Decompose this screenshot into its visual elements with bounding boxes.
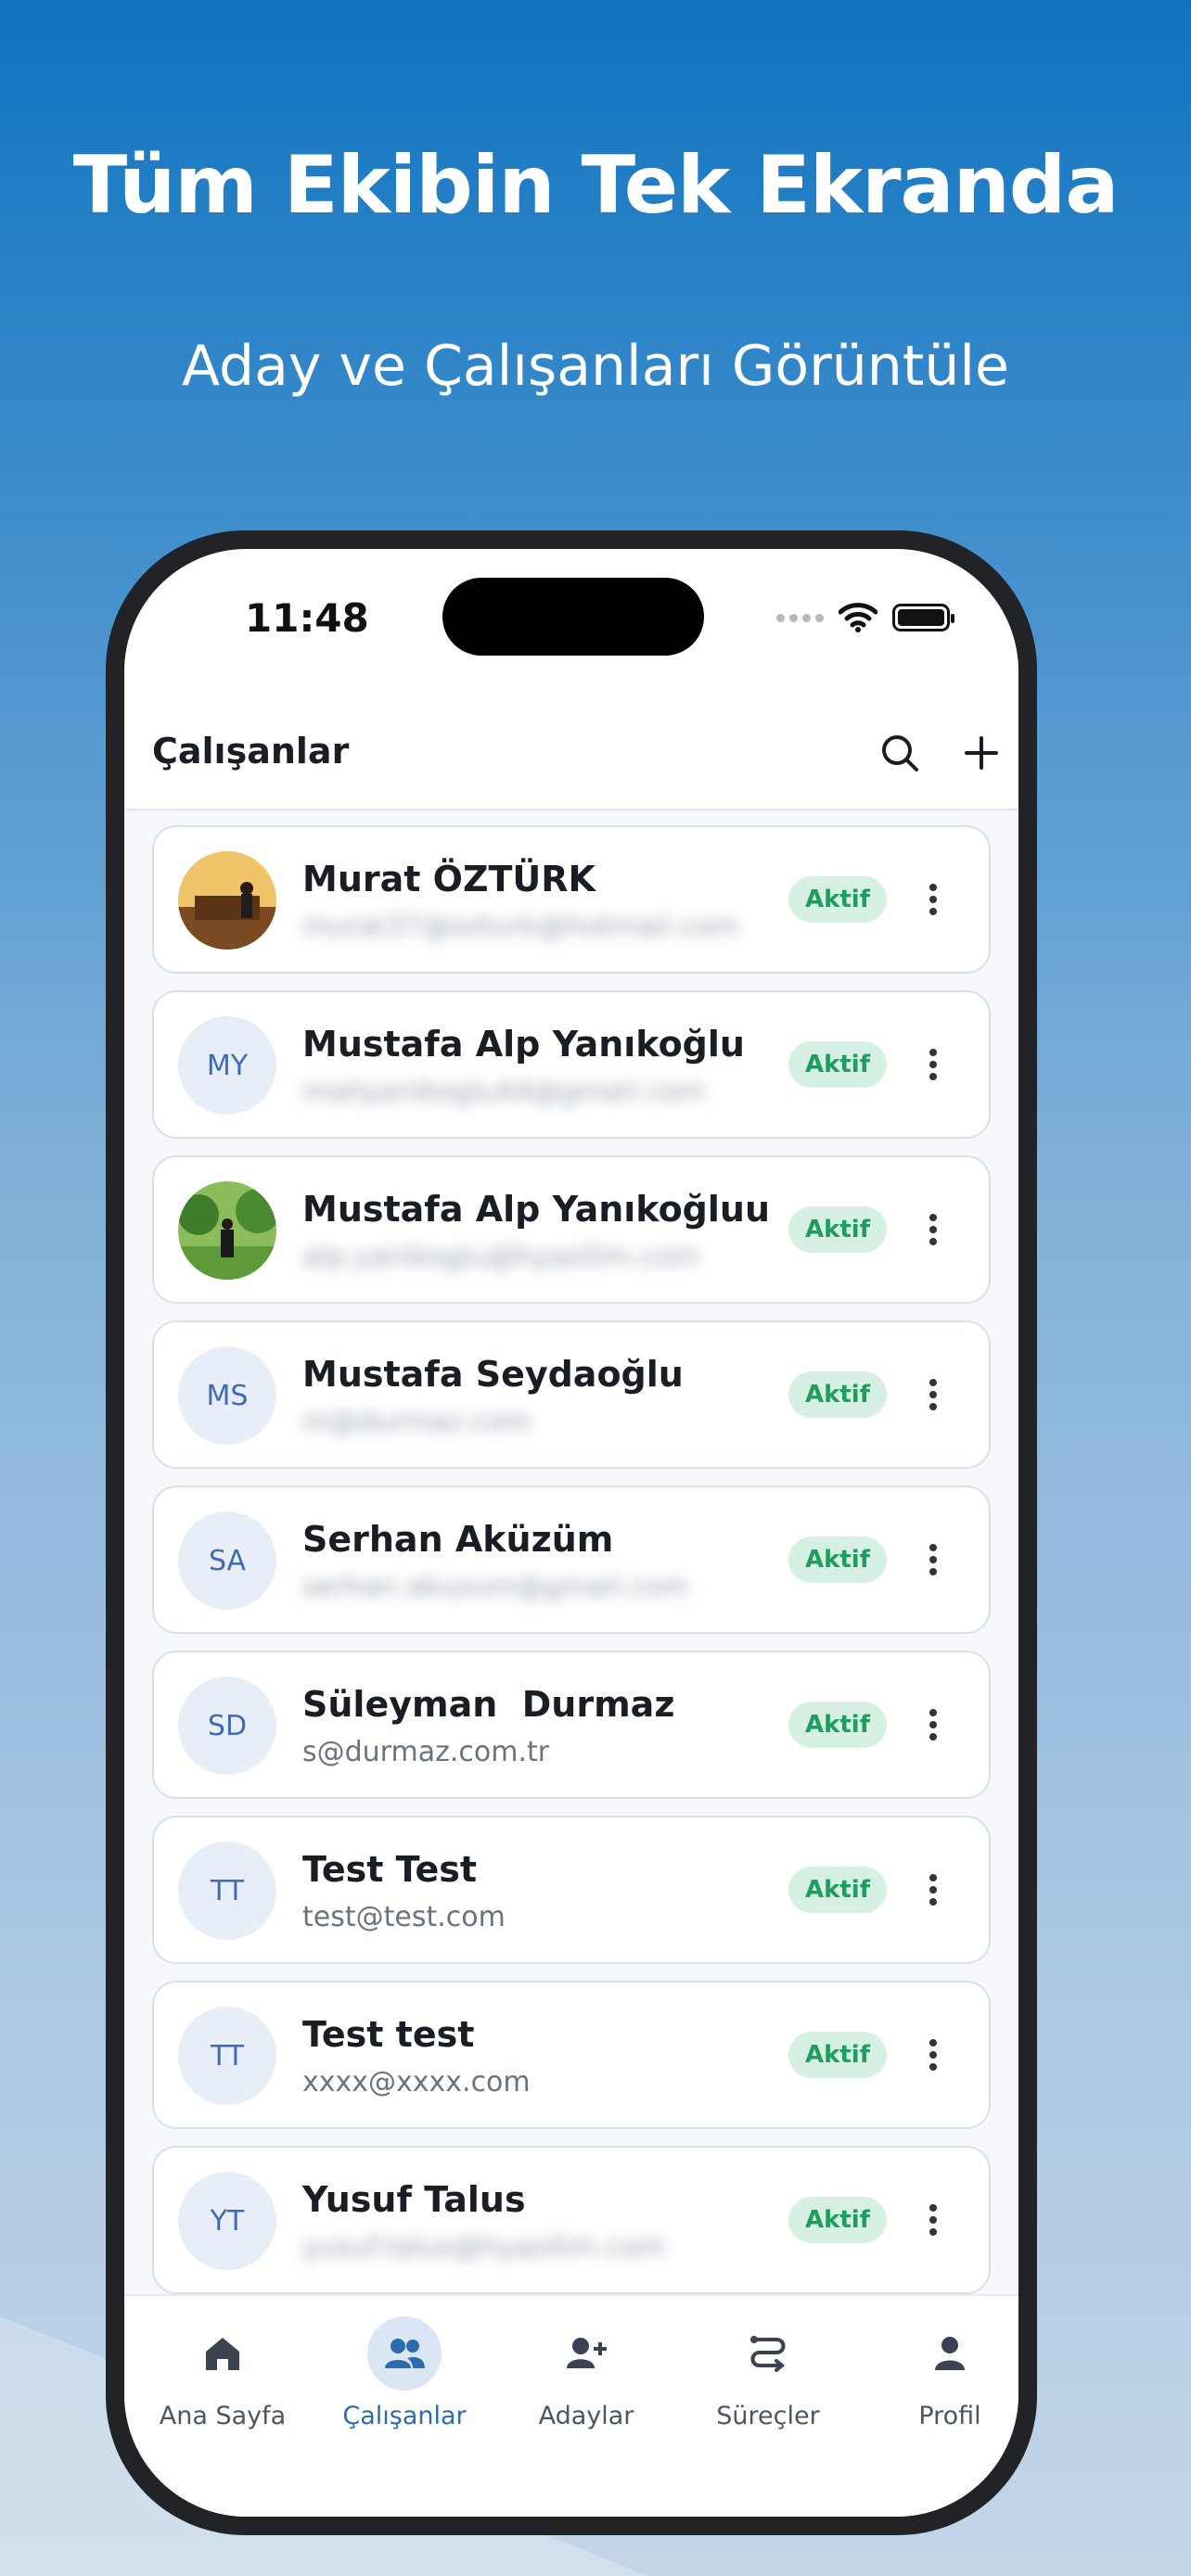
avatar-initials: TT xyxy=(178,1842,276,1940)
wifi-icon xyxy=(839,603,877,632)
employee-name: Serhan Aküzüm xyxy=(302,1519,614,1560)
employee-name: Yusuf Talus xyxy=(302,2179,526,2220)
tab-employees[interactable]: Çalışanlar xyxy=(314,2316,495,2430)
profile-icon xyxy=(935,2337,965,2370)
more-vertical-icon xyxy=(929,1214,937,1245)
employee-email: yusuf.talus@hyazilim.com xyxy=(302,2231,666,2264)
more-vertical-icon xyxy=(929,884,937,915)
avatar-initials: YT xyxy=(178,2172,276,2270)
route-icon xyxy=(750,2336,786,2372)
more-options-button[interactable] xyxy=(905,1532,961,1588)
home-icon xyxy=(206,2338,239,2370)
more-vertical-icon xyxy=(929,1544,937,1575)
search-button[interactable] xyxy=(872,725,928,781)
avatar-initials: SA xyxy=(178,1511,276,1610)
more-options-button[interactable] xyxy=(905,2192,961,2248)
users-icon xyxy=(385,2339,425,2368)
status-badge: Aktif xyxy=(788,2197,887,2243)
avatar xyxy=(178,851,276,950)
employee-card[interactable]: MS Mustafa Seydaoğlu m@durmaz.com Aktif xyxy=(152,1320,991,1469)
status-badge: Aktif xyxy=(788,2032,887,2078)
more-vertical-icon xyxy=(929,1049,937,1080)
employee-email: alp.yanikoglu@hyazilim.com xyxy=(302,1241,700,1273)
tab-label: Süreçler xyxy=(716,2402,820,2430)
employee-email: xxxx@xxxx.com xyxy=(302,2066,531,2098)
avatar-initials: SD xyxy=(178,1677,276,1775)
tab-label: Profil xyxy=(918,2402,981,2430)
avatar-initials: MS xyxy=(178,1346,276,1445)
avatar-photo xyxy=(178,1181,276,1280)
more-vertical-icon xyxy=(929,2204,937,2236)
status-badge: Aktif xyxy=(788,1702,887,1748)
employee-email: test@test.com xyxy=(302,1901,506,1933)
status-indicators xyxy=(776,603,954,632)
status-time: 11:48 xyxy=(245,595,369,641)
dynamic-island xyxy=(442,578,704,656)
more-vertical-icon xyxy=(929,1709,937,1741)
employee-card[interactable]: TT Test test xxxx@xxxx.com Aktif xyxy=(152,1981,991,2129)
employee-card[interactable]: YT Yusuf Talus yusuf.talus@hyazilim.com … xyxy=(152,2146,991,2294)
more-vertical-icon xyxy=(929,2039,937,2071)
more-options-button[interactable] xyxy=(905,2027,961,2083)
employee-card[interactable]: SA Serhan Aküzüm serhan.akuzum@gmail.com… xyxy=(152,1486,991,1634)
avatar xyxy=(178,1181,276,1280)
tab-home[interactable]: Ana Sayfa xyxy=(132,2316,314,2430)
more-options-button[interactable] xyxy=(905,1862,961,1918)
employee-email: m@durmaz.com xyxy=(302,1406,531,1438)
employee-name: Murat ÖZTÜRK xyxy=(302,859,596,899)
tab-profile[interactable]: Profil xyxy=(859,2316,1018,2430)
phone-frame: 11:48 Çalışanlar Murat ÖZTÜRK murat37@oz… xyxy=(106,530,1037,2535)
battery-icon xyxy=(892,604,954,631)
user-plus-icon xyxy=(567,2338,607,2368)
cellular-signal-icon xyxy=(776,613,824,622)
employee-name: Mustafa Alp Yanıkoğluu xyxy=(302,1189,771,1230)
phone-screen: 11:48 Çalışanlar Murat ÖZTÜRK murat37@oz… xyxy=(124,549,1018,2517)
page-title: Çalışanlar xyxy=(152,731,350,772)
more-options-button[interactable] xyxy=(905,1697,961,1753)
more-options-button[interactable] xyxy=(905,1367,961,1422)
avatar-initials: TT xyxy=(178,2007,276,2105)
status-badge: Aktif xyxy=(788,1867,887,1913)
employee-name: Mustafa Alp Yanıkoğlu xyxy=(302,1024,745,1065)
bottom-tab-bar: Ana Sayfa Çalışanlar Adaylar Süreçler Pr… xyxy=(124,2294,1018,2517)
employee-card[interactable]: MY Mustafa Alp Yanıkoğlu mailyanikoglu44… xyxy=(152,990,991,1139)
tab-candidates[interactable]: Adaylar xyxy=(495,2316,677,2430)
status-badge: Aktif xyxy=(788,1371,887,1418)
more-vertical-icon xyxy=(929,1379,937,1410)
more-vertical-icon xyxy=(929,1874,937,1906)
plus-icon xyxy=(965,736,998,770)
employee-card[interactable]: Murat ÖZTÜRK murat37@ozturk@hotmail.com … xyxy=(152,825,991,974)
search-icon xyxy=(882,735,918,772)
employee-card[interactable]: SD Süleyman Durmaz s@durmaz.com.tr Aktif xyxy=(152,1651,991,1799)
app-bar: Çalışanlar xyxy=(124,697,1018,810)
add-employee-button[interactable] xyxy=(954,725,1009,781)
employee-email: mailyanikoglu44@gmail.com xyxy=(302,1076,705,1108)
more-options-button[interactable] xyxy=(905,1202,961,1257)
employee-email: s@durmaz.com.tr xyxy=(302,1736,550,1768)
employee-name: Test test xyxy=(302,2014,475,2055)
employee-name: Test Test xyxy=(302,1849,478,1890)
avatar-initials: MY xyxy=(178,1016,276,1115)
tab-processes[interactable]: Süreçler xyxy=(677,2316,859,2430)
status-badge: Aktif xyxy=(788,876,887,923)
tab-label: Ana Sayfa xyxy=(159,2402,287,2430)
employee-card[interactable]: TT Test Test test@test.com Aktif xyxy=(152,1816,991,1964)
status-badge: Aktif xyxy=(788,1206,887,1253)
status-badge: Aktif xyxy=(788,1537,887,1583)
marketing-headline: Tüm Ekibin Tek Ekranda xyxy=(72,139,1120,232)
employee-email: murat37@ozturk@hotmail.com xyxy=(302,911,739,943)
more-options-button[interactable] xyxy=(905,1037,961,1092)
employee-name: Süleyman Durmaz xyxy=(302,1684,675,1725)
avatar-photo xyxy=(178,851,276,950)
tab-label: Adaylar xyxy=(538,2402,634,2430)
employee-name: Mustafa Seydaoğlu xyxy=(302,1354,684,1395)
marketing-subheadline: Aday ve Çalışanları Görüntüle xyxy=(182,334,1009,399)
status-badge: Aktif xyxy=(788,1041,887,1088)
more-options-button[interactable] xyxy=(905,872,961,927)
employee-card[interactable]: Mustafa Alp Yanıkoğluu alp.yanikoglu@hya… xyxy=(152,1155,991,1304)
tab-label: Çalışanlar xyxy=(342,2402,467,2430)
employee-list: Murat ÖZTÜRK murat37@ozturk@hotmail.com … xyxy=(124,810,1018,2294)
employee-email: serhan.akuzum@gmail.com xyxy=(302,1571,689,1603)
